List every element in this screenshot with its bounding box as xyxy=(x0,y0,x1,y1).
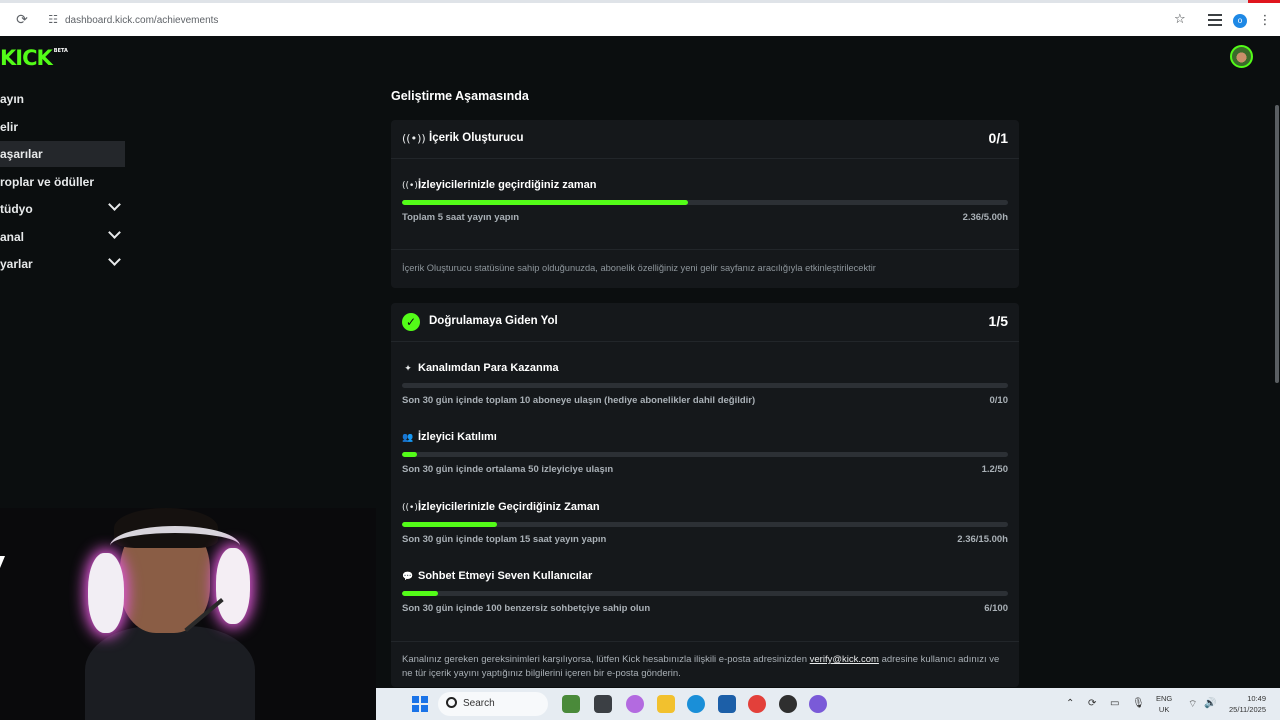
task-progress-text: 1.2/50 xyxy=(981,464,1008,475)
volume-icon[interactable]: 🔊 xyxy=(1204,698,1216,709)
taskbar-search[interactable]: Search xyxy=(438,692,548,716)
chevron-down-icon[interactable] xyxy=(108,253,121,266)
task-title: İzleyicilerinizle Geçirdiğiniz Zaman xyxy=(418,501,600,513)
card-score: 1/5 xyxy=(988,313,1008,329)
scrollbar-thumb[interactable] xyxy=(1275,105,1279,383)
broadcast-icon: ((•)) xyxy=(402,181,422,191)
sidebar-nav: ayın elir aşarılar roplar ve ödüller tüd… xyxy=(0,86,125,279)
sparkle-icon: ✦ xyxy=(404,364,412,374)
sidebar-item-achievements[interactable]: aşarılar xyxy=(0,141,125,167)
task-progress-text: 2.36/15.00h xyxy=(957,534,1008,545)
headphone-right xyxy=(216,548,250,624)
microphone-icon[interactable]: 🎙 xyxy=(1132,698,1145,709)
chevron-up-icon[interactable]: ⌃ xyxy=(1066,698,1074,709)
sidebar-item-revenue[interactable]: elir xyxy=(0,114,125,140)
file-explorer-icon[interactable] xyxy=(657,695,675,713)
card-title: Doğrulamaya Giden Yol xyxy=(429,315,558,327)
wifi-icon[interactable]: ⌔ xyxy=(1188,698,1197,711)
task-title: Sohbet Etmeyi Seven Kullanıcılar xyxy=(418,570,593,582)
progress-bar xyxy=(402,522,1008,527)
task-description: Son 30 gün içinde toplam 10 aboneye ulaş… xyxy=(402,395,756,406)
url-text[interactable]: dashboard.kick.com/achievements xyxy=(65,15,218,26)
app-icon[interactable] xyxy=(809,695,827,713)
sidebar-item-channel[interactable]: anal xyxy=(0,224,125,250)
mouse-cursor xyxy=(0,556,5,568)
verified-badge-icon: ✓ xyxy=(402,313,420,331)
page-title: Geliştirme Aşamasında xyxy=(391,89,529,103)
profile-icon[interactable]: o xyxy=(1233,14,1247,28)
task-title: İzleyici Katılımı xyxy=(418,431,497,443)
copilot-icon[interactable] xyxy=(626,695,644,713)
card-score: 0/1 xyxy=(988,130,1008,146)
webcam-overlay xyxy=(0,508,376,720)
sidebar-item-stream[interactable]: ayın xyxy=(0,86,125,112)
chevron-down-icon[interactable] xyxy=(108,225,121,239)
achievement-card-content-creator: ((•)) İçerik Oluşturucu 0/1 ((•)) İzleyi… xyxy=(391,120,1019,288)
progress-fill xyxy=(402,200,689,205)
chevron-down-icon[interactable] xyxy=(108,198,121,211)
task-description: Son 30 gün içinde ortalama 50 izleyiciye… xyxy=(402,464,614,475)
task-view-icon[interactable] xyxy=(594,695,612,713)
task-title: İzleyicilerinizle geçirdiğiniz zaman xyxy=(418,179,597,191)
window-close-edge[interactable] xyxy=(1248,0,1280,3)
store-icon[interactable] xyxy=(718,695,736,713)
sidebar-item-settings[interactable]: yarlar xyxy=(0,251,125,277)
card-header: ((•)) İçerik Oluşturucu 0/1 xyxy=(391,120,1019,158)
task-progress-text: 0/10 xyxy=(989,395,1009,406)
verification-instructions: Kanalınız gereken gereksinimleri karşılı… xyxy=(402,654,1000,679)
device-icon[interactable]: ▭ xyxy=(1110,698,1119,709)
reading-list-icon[interactable] xyxy=(1208,14,1222,26)
task-description: Toplam 5 saat yayın yapın xyxy=(402,212,520,223)
card-header: ✓ Doğrulamaya Giden Yol 1/5 xyxy=(391,303,1019,341)
language-indicator[interactable]: ENG UK xyxy=(1156,693,1172,715)
achievement-card-verification: ✓ Doğrulamaya Giden Yol 1/5 ✦ Kanalımdan… xyxy=(391,303,1019,687)
site-settings-icon[interactable]: ☷ xyxy=(46,13,60,27)
chrome-icon[interactable] xyxy=(748,695,766,713)
chat-bubble-icon: 💬 xyxy=(402,572,414,582)
task-description: Son 30 gün içinde 100 benzersiz sohbetçi… xyxy=(402,603,651,614)
sync-icon[interactable]: ⟳ xyxy=(1088,698,1096,709)
progress-bar xyxy=(402,383,1008,388)
search-icon xyxy=(446,697,457,708)
broadcast-icon: ((•)) xyxy=(402,132,426,145)
users-icon: 👥 xyxy=(402,433,414,443)
widgets-icon[interactable] xyxy=(562,695,580,713)
headphone-left xyxy=(88,553,124,633)
task-title: Kanalımdan Para Kazanma xyxy=(418,362,559,374)
reload-icon[interactable]: ⟳ xyxy=(14,12,30,28)
system-clock[interactable]: 10:49 25/11/2025 xyxy=(1222,693,1266,715)
user-avatar[interactable] xyxy=(1230,45,1253,68)
progress-fill xyxy=(402,452,417,457)
progress-bar xyxy=(402,452,1008,457)
progress-fill xyxy=(402,591,439,596)
windows-taskbar: Search ⌃ ⟳ ▭ 🎙 ENG UK ⌔ 🔊 10:49 25/11/20… xyxy=(376,688,1280,720)
kebab-menu-icon[interactable]: ⋮ xyxy=(1258,13,1272,29)
sidebar-item-studio[interactable]: tüdyo xyxy=(0,196,125,222)
task-progress-text: 2.36/5.00h xyxy=(962,212,1008,223)
card-title: İçerik Oluşturucu xyxy=(429,132,524,144)
browser-toolbar: ⟳ ☷ dashboard.kick.com/achievements ☆ o … xyxy=(0,0,1280,36)
obs-icon[interactable] xyxy=(779,695,797,713)
address-bar[interactable]: ☷ dashboard.kick.com/achievements xyxy=(38,9,1198,33)
edge-icon[interactable] xyxy=(687,695,705,713)
info-note: İçerik Oluşturucu statüsüne sahip olduğu… xyxy=(402,263,876,273)
bookmark-star-icon[interactable]: ☆ xyxy=(1174,13,1186,27)
broadcast-icon: ((•)) xyxy=(402,503,422,513)
windows-start-icon[interactable] xyxy=(412,696,428,712)
progress-bar xyxy=(402,591,1008,596)
kick-logo[interactable]: KICK BETA xyxy=(0,46,68,70)
task-description: Son 30 gün içinde toplam 15 saat yayın y… xyxy=(402,534,607,545)
progress-fill xyxy=(402,522,498,527)
progress-bar xyxy=(402,200,1008,205)
verify-email-link[interactable]: verify@kick.com xyxy=(810,654,879,665)
sidebar-item-drops-rewards[interactable]: roplar ve ödüller xyxy=(0,169,125,195)
task-progress-text: 6/100 xyxy=(984,603,1008,614)
